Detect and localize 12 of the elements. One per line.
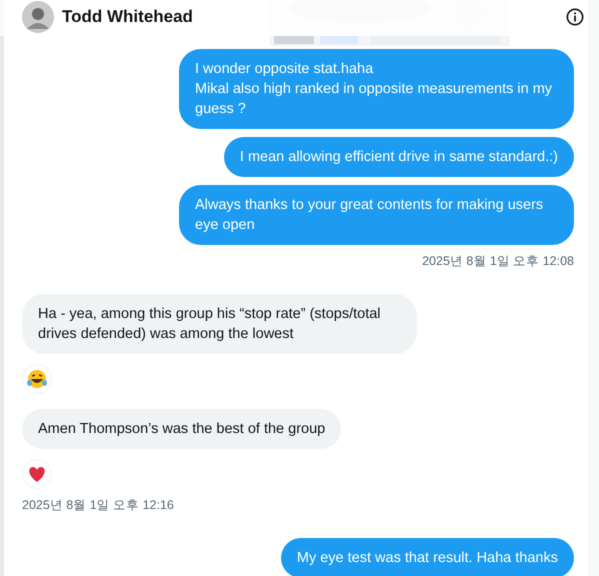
message-bubble: I wonder opposite stat.haha Mikal also high ranked in opposite measurements in my guess ? [179, 49, 574, 129]
avatar[interactable] [22, 1, 54, 33]
message-bubble: My eye test was that result. Haha thanks [280, 538, 574, 576]
laughing-emoji-icon[interactable] [22, 364, 52, 394]
info-icon[interactable] [566, 8, 584, 26]
timestamp: 2025년 8월 1일 오후 12:16 [22, 496, 174, 514]
contact-name: Todd Whitehead [62, 6, 193, 28]
message-bubble: Amen Thompson’s was the best of the group [22, 408, 342, 449]
message-bubble: Ha - yea, among this group his “stop rate” (stops/total drives defended) was among the lowest [22, 294, 417, 354]
message-bubble: I mean allowing efficient drive in same standard.:) [224, 137, 574, 177]
timestamp: 2025년 8월 1일 오후 12:08 [422, 253, 574, 270]
message-bubble: Always thanks to your great contents for making users eye open [179, 185, 574, 245]
